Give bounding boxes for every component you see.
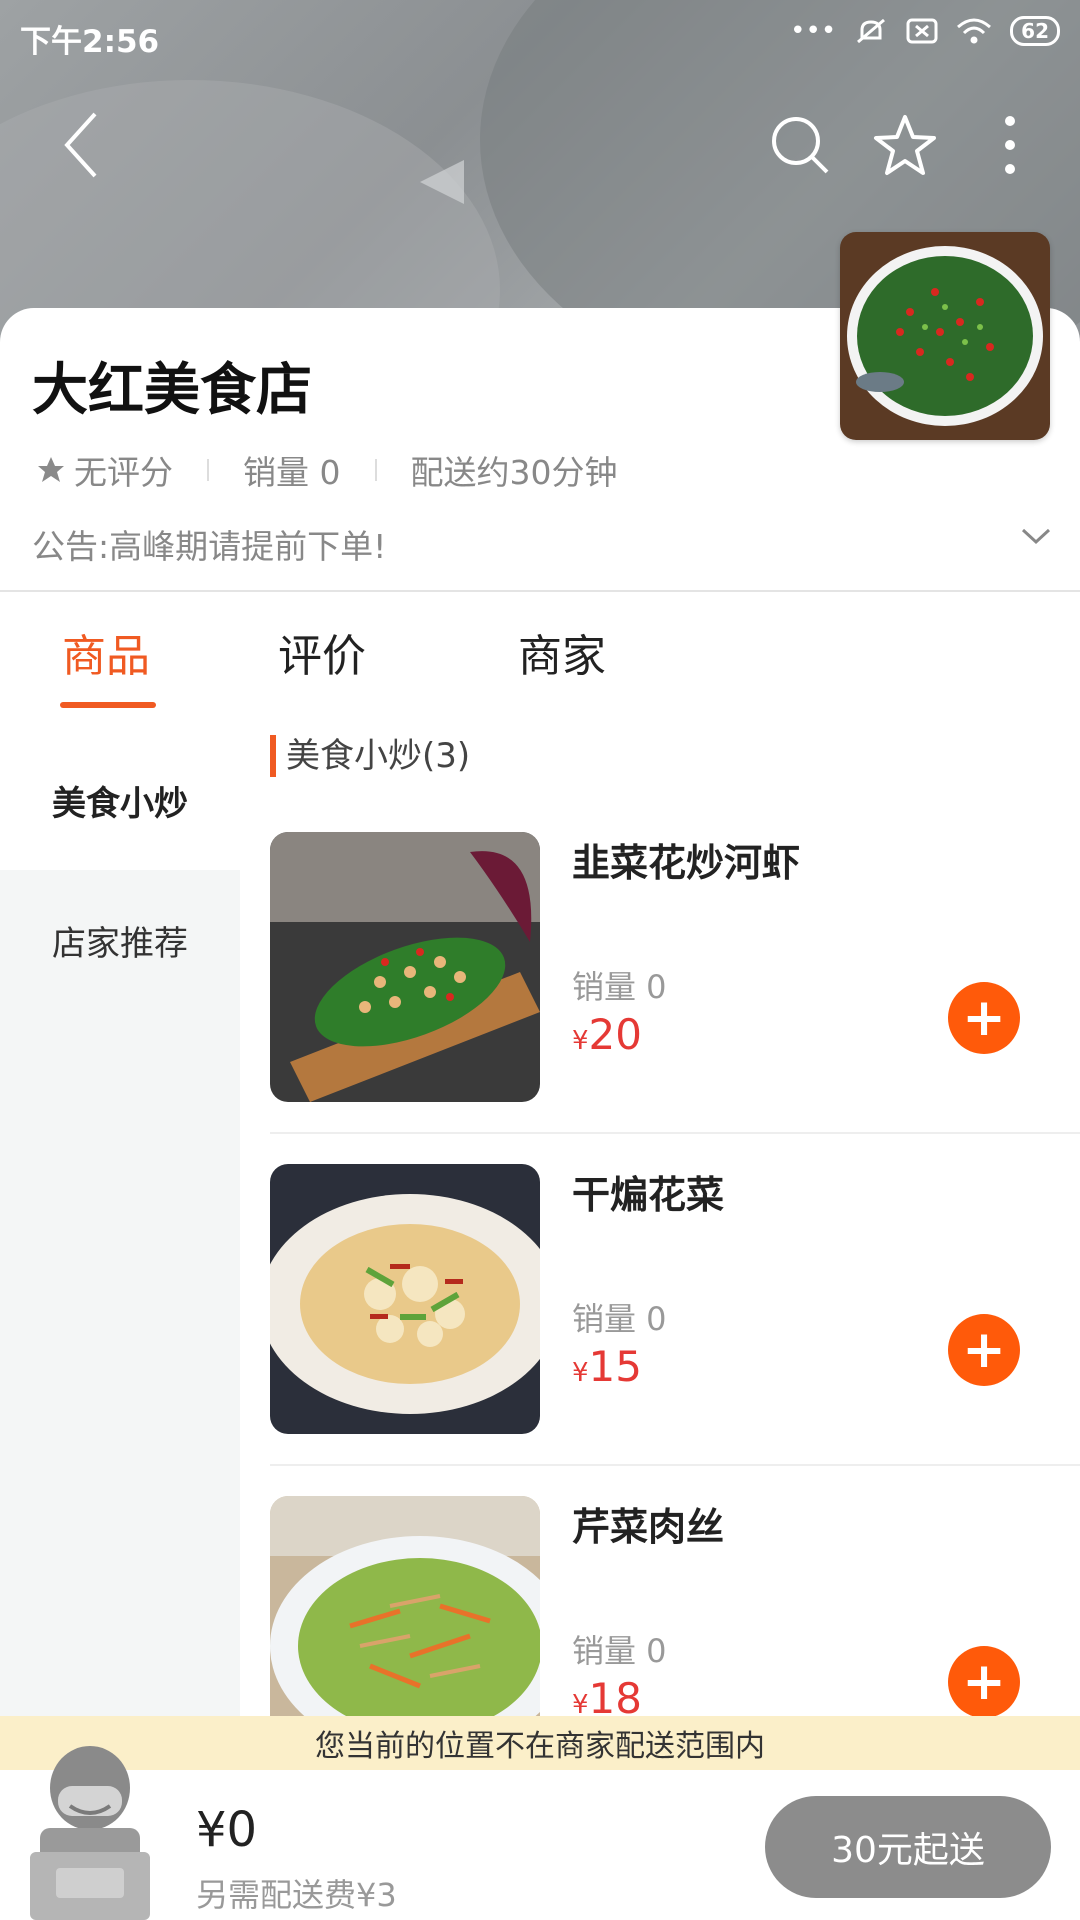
cart-rider-icon[interactable] xyxy=(10,1728,170,1920)
min-order-button[interactable]: 30元起送 xyxy=(765,1796,1051,1898)
star-icon xyxy=(38,457,64,482)
tab-products[interactable]: 商品 xyxy=(62,620,150,684)
product-item[interactable]: 韭菜花炒河虾 销量 0 ¥20 + xyxy=(270,832,1080,1164)
tab-active-indicator xyxy=(60,702,156,708)
product-divider xyxy=(270,1464,1080,1466)
expand-notice-button[interactable] xyxy=(1020,526,1052,550)
status-time: 下午2:56 xyxy=(20,24,160,60)
plus-icon: + xyxy=(962,1652,1006,1712)
more-dots-icon: ••• xyxy=(790,16,837,46)
plus-icon: + xyxy=(962,988,1006,1048)
meta-divider xyxy=(207,459,209,481)
shop-name: 大红美食店 xyxy=(32,358,312,423)
price-currency: ¥ xyxy=(572,1358,589,1388)
shop-meta: 无评分 销量 0 配送约30分钟 xyxy=(36,446,618,494)
product-name: 芹菜肉丝 xyxy=(572,1505,725,1549)
chevron-down-icon xyxy=(1021,528,1051,545)
cart-total: ¥0 xyxy=(196,1802,258,1858)
tab-reviews[interactable]: 评价 xyxy=(278,620,366,684)
tab-bar: 商品 评价 商家 xyxy=(0,620,1080,710)
product-item[interactable]: 干煸花菜 销量 0 ¥15 + xyxy=(270,1164,1080,1496)
shop-notice: 公告:高峰期请提前下单! xyxy=(32,527,387,566)
search-button[interactable] xyxy=(765,110,835,180)
delivery-fee: 另需配送费¥3 xyxy=(196,1876,397,1914)
sim-off-icon xyxy=(906,18,938,44)
price-value: 20 xyxy=(588,1010,642,1059)
product-image xyxy=(270,832,540,1102)
sidebar-item-recommended[interactable]: 店家推荐 xyxy=(0,870,240,1010)
product-name: 韭菜花炒河虾 xyxy=(572,841,801,885)
star-outline-icon xyxy=(874,115,936,175)
tab-merchant[interactable]: 商家 xyxy=(518,620,606,684)
sidebar-item-stir-fry[interactable]: 美食小炒 xyxy=(0,730,240,870)
header-decoration xyxy=(420,160,464,204)
wifi-icon xyxy=(957,18,992,44)
more-button[interactable] xyxy=(975,110,1045,180)
favorite-button[interactable] xyxy=(870,110,940,180)
back-button[interactable] xyxy=(46,110,116,180)
add-to-cart-button[interactable]: + xyxy=(948,1314,1020,1386)
price-currency: ¥ xyxy=(572,1026,589,1056)
product-divider xyxy=(270,1132,1080,1134)
shop-rating: 无评分 xyxy=(74,453,173,492)
shop-sales: 销量 0 xyxy=(243,453,341,492)
add-to-cart-button[interactable]: + xyxy=(948,982,1020,1054)
product-price: ¥15 xyxy=(572,1342,642,1391)
product-name: 干煸花菜 xyxy=(572,1173,725,1217)
battery-indicator: 62 xyxy=(1010,16,1060,46)
back-arrow-icon xyxy=(64,112,97,178)
product-sales: 销量 0 xyxy=(572,1300,667,1338)
more-vertical-icon xyxy=(1005,116,1015,174)
shop-delivery-time: 配送约30分钟 xyxy=(410,453,618,492)
product-image xyxy=(270,1164,540,1434)
price-value: 15 xyxy=(588,1342,642,1391)
shop-thumbnail xyxy=(840,232,1050,440)
status-bar: 下午2:56 ••• 62 xyxy=(0,0,1080,72)
mute-icon xyxy=(857,18,886,44)
product-sales: 销量 0 xyxy=(572,968,667,1006)
search-icon xyxy=(772,117,829,174)
status-icons: ••• 62 xyxy=(790,16,1060,46)
plus-icon: + xyxy=(962,1320,1006,1380)
add-to-cart-button[interactable]: + xyxy=(948,1646,1020,1718)
product-price: ¥20 xyxy=(572,1010,642,1059)
header-divider xyxy=(0,590,1080,592)
meta-divider xyxy=(374,459,377,481)
product-sales: 销量 0 xyxy=(572,1632,667,1670)
section-title: 美食小炒(3) xyxy=(270,735,470,777)
